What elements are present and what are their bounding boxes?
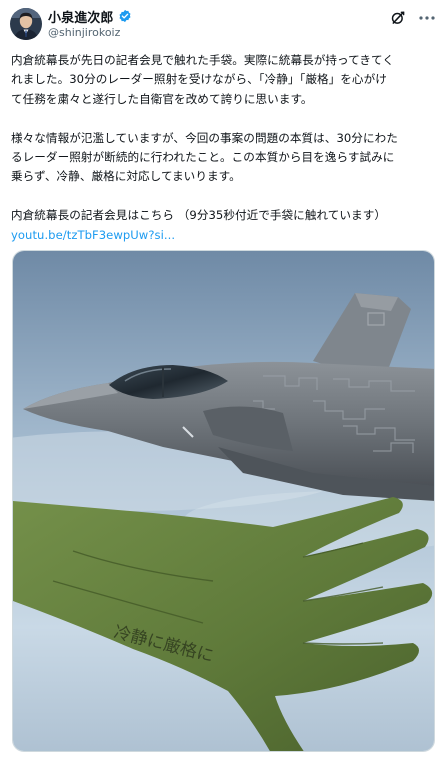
post-text: 内倉統幕長が先日の記者会見で触れた手袋。実際に統幕長が持ってきてく れました。3… bbox=[11, 51, 437, 245]
post-text-line: れました。30分のレーダー照射を受けながら、「冷静」「厳格」を心がけ bbox=[11, 72, 387, 87]
post-text-line: るレーダー照射が断続的に行われたこと。この本質から目を逸らす試みに bbox=[11, 150, 395, 165]
header-actions bbox=[390, 10, 436, 26]
post-text-line: 乗らず、冷静、厳格に対応してまいります。 bbox=[11, 169, 241, 184]
post-text-line: て任務を粛々と遂行した自衛官を改めて誇りに思います。 bbox=[11, 91, 313, 106]
post-text-line: 様々な情報が氾濫していますが、今回の事案の問題の本質は、30分にわた bbox=[11, 130, 398, 145]
post-text-line: 内倉統幕長の記者会見はこちら （9分35秒付近で手袋に触れています） bbox=[11, 208, 386, 223]
display-name[interactable]: 小泉進次郎 bbox=[48, 7, 114, 26]
post-card[interactable]: 小泉進次郎 @shinjirokoiz 内倉統幕長が先日の記者会見で触れた手袋。… bbox=[0, 0, 444, 759]
author-handle[interactable]: @shinjirokoiz bbox=[48, 26, 120, 39]
post-text-line: 内倉統幕長が先日の記者会見で触れた手袋。実際に統幕長が持ってきてく bbox=[11, 53, 394, 67]
grok-icon[interactable] bbox=[390, 10, 406, 26]
author-name-row[interactable]: 小泉進次郎 bbox=[48, 7, 132, 26]
avatar[interactable] bbox=[10, 8, 42, 40]
more-icon[interactable] bbox=[418, 10, 436, 26]
post-image[interactable]: 冷静に厳格に bbox=[12, 250, 435, 752]
verified-badge-icon bbox=[118, 9, 132, 23]
avatar-icon bbox=[10, 8, 42, 40]
photo-jet-and-glove: 冷静に厳格に bbox=[13, 251, 434, 751]
youtube-link[interactable]: youtu.be/tzTbF3ewpUw?si... bbox=[11, 228, 175, 242]
